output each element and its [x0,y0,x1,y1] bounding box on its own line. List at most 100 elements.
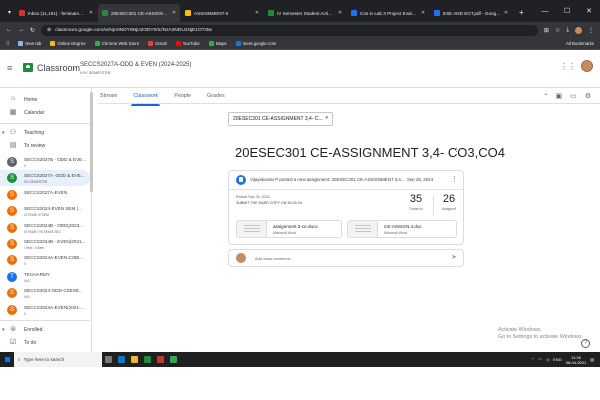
send-icon[interactable]: ➤ [451,253,457,261]
main-menu-icon[interactable]: ≡ [7,64,12,73]
bookmark-item[interactable]: Online Degree [50,41,86,46]
assigned-count[interactable]: 26 [436,193,462,205]
bookmark-item[interactable]: New tab [18,41,41,46]
attachment-1[interactable]: assignment 3-ce.docx Microsoft Word [236,220,342,238]
tab-search-icon[interactable]: ▾ [4,4,15,22]
announcement-more-icon[interactable]: ⋮ [451,175,458,183]
document-thumbnail-icon [237,221,267,237]
taskbar-search-placeholder: Type here to search [23,357,65,362]
network-icon[interactable]: ◠ [539,357,543,362]
sidebar-scrollbar[interactable] [90,92,93,192]
taskbar-app-icon[interactable] [102,352,115,367]
sidebar-item[interactable]: S SECCS2024A-EVEN-CSBI... II [0,252,90,268]
course-title[interactable]: SECCS2027A-ODD & EVEN (2024-2025) [80,62,191,68]
back-icon[interactable]: ← [6,27,12,33]
chevron-down-icon[interactable]: ▾ [2,130,5,136]
start-button[interactable] [0,352,14,367]
clock[interactable]: 11:26 08-04-2021 [566,355,586,365]
sidebar-item[interactable]: S SECCS2024-EVEN SEM (... III YEAR/ IV SEM [0,203,90,219]
language-indicator[interactable]: ENG [553,357,562,362]
taskbar-search[interactable]: ⌕ Type here to search [14,352,102,367]
tab-grades[interactable]: Grades [207,93,225,103]
turned-in-count[interactable]: 35 [403,193,429,205]
taskbar-app-icon[interactable] [115,352,128,367]
tab-classwork[interactable]: Classwork [131,93,161,106]
close-icon[interactable]: ✕ [578,7,600,15]
minimize-icon[interactable]: — [534,8,556,15]
url-input[interactable]: ⊜ classroom.google.com/w/NjA0NDY0NjU2ODY… [41,24,538,36]
drive-folder-icon[interactable]: ▭ [570,92,577,100]
sidebar-item[interactable]: ▤ To review [0,140,90,152]
bookmark-item[interactable]: Gmail [148,41,167,46]
sidebar-item[interactable]: ☑ To do [0,337,90,349]
taskbar-app-icon[interactable] [154,352,167,367]
volume-icon[interactable]: ◁ [546,357,549,362]
course-avatar-icon: S [7,173,17,184]
browser-tab[interactable]: IV Semester Student Activity P...✕ [264,4,346,22]
taskbar-app-icon[interactable] [128,352,141,367]
profile-icon[interactable] [575,26,582,34]
attachment-2[interactable]: CE-ASSIGN 4.doc Microsoft Word [347,220,457,238]
browser-tab[interactable]: 20ESEC301 CE-ASSIGNMENT✕ [98,4,181,22]
assignment-more-icon[interactable]: ⋮ [452,147,461,156]
bookmark-item[interactable]: Chrome Web Store [94,41,139,46]
settings-gear-icon[interactable]: ⚙ [585,92,591,100]
sidebar-item[interactable]: ▦ Calendar [0,107,90,119]
avatar[interactable] [581,60,593,72]
sidebar-item[interactable]: S SECCS2024B - ODD(2023... III YEAR / VII … [0,220,90,236]
tab-close-icon[interactable]: ✕ [255,10,259,16]
extensions-icon[interactable]: ⊞ [544,27,549,34]
browser-menu-icon[interactable]: ⋮ [588,27,594,34]
sidebar-item[interactable]: ▾ ⚇ Teaching [0,127,90,139]
classroom-logo-icon[interactable] [23,63,33,72]
tab-close-icon[interactable]: ✕ [421,10,425,16]
class-comment-box[interactable]: Add class comment... ➤ [228,249,464,267]
apps-icon[interactable]: ⠿ [6,41,9,47]
tab-close-icon[interactable]: ✕ [89,10,93,16]
sidebar-item[interactable]: S SECCS2024-ODD-CSESE... III A [0,285,90,301]
tab-stream[interactable]: Stream [100,93,117,103]
assignment-icon [236,175,246,185]
browser-tab[interactable]: ASSIGNMENT-II ✕ [181,4,263,22]
sidebar-item[interactable]: ▾ ⊜ Enrolled [0,324,90,336]
topic-selector[interactable]: 20ESEC301 CE-ASSIGNMENT 3,4- C... ▾ [228,112,333,126]
attachment-name: assignment 3-ce.docx [273,224,318,229]
sidebar-item[interactable]: ⌂ Home [0,94,90,106]
taskbar-app-icon[interactable] [141,352,154,367]
new-tab-button[interactable]: + [513,4,530,22]
sidebar-item[interactable]: S SECCS2024A-EVEN(2021-... II [0,302,90,318]
tab-people[interactable]: People [174,93,191,103]
download-icon[interactable]: ⤓ [566,27,569,34]
tab-close-icon[interactable]: ✕ [172,10,176,16]
all-bookmarks-button[interactable]: All Bookmarks [566,41,594,46]
bookmark-item[interactable]: Maps [208,41,227,46]
bookmark-item[interactable]: YouTube [175,41,200,46]
sidebar-item[interactable]: S SECCS2024B - EVEN(2021... I Year / II Se… [0,236,90,252]
sidebar-item[interactable]: S SECCS2027B - ODD & EVE... II [0,154,90,170]
sidebar-item[interactable]: S SECCS2027A -ODD & EVE... II/V SEMESTER [0,170,90,187]
tab-close-icon[interactable]: ✕ [338,10,342,16]
browser-tab[interactable]: ESE AND EGT.pdf - Google Dri...✕ [430,4,512,22]
calendar-icon[interactable]: ▣ [555,92,562,100]
maximize-icon[interactable]: ☐ [556,7,578,15]
help-icon[interactable]: ? [581,339,590,348]
notifications-icon[interactable]: ▤ [590,357,594,362]
activate-windows-watermark: Activate Windows Go to Settings to activ… [498,327,583,341]
reload-icon[interactable]: ↻ [30,27,35,34]
tray-chevron-icon[interactable]: ⌃ [531,357,534,362]
browser-tab[interactable]: Cos in Lab 3 Project Evaluation ✕ [347,4,429,22]
bookmark-star-icon[interactable]: ☆ [555,27,560,34]
sidebar-item[interactable]: S SECCS2027A-EVEN [0,187,90,203]
chevron-down-icon[interactable]: ▾ [2,327,5,333]
sidebar-item[interactable]: T TECHARMY III A [0,269,90,285]
forward-icon[interactable]: → [18,27,24,33]
tab-close-icon[interactable]: ✕ [504,10,508,16]
taskbar-app-icon[interactable] [167,352,180,367]
bookmark-item[interactable]: meet.google.com [235,41,276,46]
assignment-announcement[interactable]: Vijayakumar P posted a new assignment: 2… [228,170,464,190]
drive-sync-icon[interactable]: ◔ [543,92,547,100]
browser-tab[interactable]: Inbox (11,191) - feminamh.ru.in ✕ [15,4,97,22]
comment-input[interactable]: Add class comment... [255,256,293,261]
site-info-icon[interactable]: ⊜ [47,27,51,33]
apps-grid-icon[interactable]: ⋮⋮ [560,62,576,71]
